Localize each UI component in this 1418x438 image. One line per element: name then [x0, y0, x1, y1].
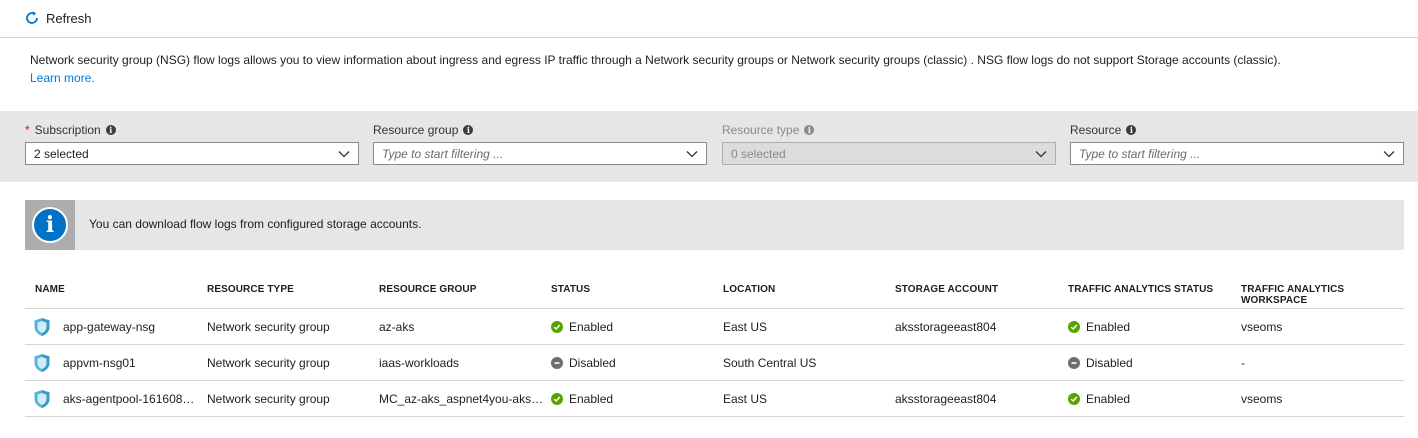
description-text: Network security group (NSG) flow logs a…: [30, 53, 1281, 67]
check-icon: [1068, 393, 1080, 405]
refresh-label: Refresh: [46, 10, 92, 26]
cell-name[interactable]: appvm-nsg01: [63, 356, 203, 370]
column-header-resource-group[interactable]: RESOURCE GROUP: [379, 284, 477, 295]
column-header-traffic-analytics-workspace[interactable]: TRAFFIC ANALYTICS WORKSPACE: [1241, 284, 1404, 306]
column-header-location[interactable]: LOCATION: [723, 284, 775, 295]
table-row[interactable]: app-gateway-nsg Network security group a…: [25, 309, 1404, 345]
column-header-storage-account[interactable]: STORAGE ACCOUNT: [895, 284, 998, 295]
chevron-down-icon: [338, 151, 350, 158]
cell-resource-type: Network security group: [207, 320, 330, 334]
shield-icon: [34, 318, 50, 336]
chevron-down-icon: [1035, 151, 1047, 158]
cell-status: Enabled: [551, 392, 613, 406]
column-header-resource-type[interactable]: RESOURCE TYPE: [207, 284, 294, 295]
resource-placeholder: Type to start filtering ...: [1079, 146, 1201, 161]
subscription-dropdown[interactable]: 2 selected: [25, 142, 359, 165]
minus-icon: [551, 357, 563, 369]
cell-resource-group: az-aks: [379, 320, 415, 334]
shield-icon: [34, 390, 50, 408]
info-banner-icon-box: i: [25, 200, 75, 250]
cell-resource-group: iaas-workloads: [379, 356, 460, 370]
table-header: NAME RESOURCE TYPE RESOURCE GROUP STATUS…: [25, 272, 1404, 309]
info-icon: i: [804, 125, 815, 135]
cell-storage-account: aksstorageeast804: [895, 320, 997, 334]
traffic-analytics-status-label: Enabled: [1086, 320, 1131, 334]
cell-location: East US: [723, 392, 768, 406]
info-icon[interactable]: i: [1126, 125, 1137, 135]
cell-name[interactable]: aks-agentpool-161608…: [63, 392, 203, 406]
status-label: Disabled: [569, 356, 616, 370]
chevron-down-icon: [686, 151, 698, 158]
cell-traffic-analytics-status: Disabled: [1068, 356, 1133, 370]
resource-type-filter: Resource type i 0 selected: [722, 122, 1056, 165]
resource-type-dropdown: 0 selected: [722, 142, 1056, 165]
resource-label: Resource: [1070, 123, 1122, 137]
resource-type-value: 0 selected: [731, 146, 786, 161]
subscription-value: 2 selected: [34, 146, 89, 161]
resource-filter: Resource i Type to start filtering ...: [1070, 122, 1404, 165]
resource-type-label: Resource type: [722, 123, 800, 137]
cell-status: Enabled: [551, 320, 613, 334]
refresh-button[interactable]: Refresh: [24, 8, 92, 28]
shield-icon: [34, 354, 50, 372]
check-icon: [1068, 321, 1080, 333]
command-bar: Refresh: [0, 0, 1418, 38]
subscription-label: Subscription: [34, 123, 101, 137]
column-header-status[interactable]: STATUS: [551, 284, 590, 295]
cell-workspace: -: [1241, 356, 1245, 370]
refresh-icon: [26, 11, 38, 24]
traffic-analytics-status-label: Enabled: [1086, 392, 1131, 406]
status-label: Enabled: [569, 392, 614, 406]
cell-workspace: vseoms: [1241, 320, 1283, 334]
cell-workspace: vseoms: [1241, 392, 1283, 406]
resource-dropdown[interactable]: Type to start filtering ...: [1070, 142, 1404, 165]
cell-location: East US: [723, 320, 768, 334]
cell-traffic-analytics-status: Enabled: [1068, 392, 1130, 406]
resource-group-placeholder: Type to start filtering ...: [382, 146, 504, 161]
info-banner: i You can download flow logs from config…: [25, 200, 1404, 250]
resource-group-filter: Resource group i Type to start filtering…: [373, 122, 707, 165]
flow-logs-table: NAME RESOURCE TYPE RESOURCE GROUP STATUS…: [25, 272, 1404, 417]
cell-location: South Central US: [723, 356, 817, 370]
required-mark: *: [25, 123, 30, 137]
traffic-analytics-status-label: Disabled: [1086, 356, 1133, 370]
resource-group-label: Resource group: [373, 123, 459, 137]
cell-status: Disabled: [551, 356, 616, 370]
column-header-name[interactable]: NAME: [35, 284, 65, 295]
info-banner-message: You can download flow logs from configur…: [89, 217, 422, 231]
description: Network security group (NSG) flow logs a…: [30, 51, 1400, 87]
minus-icon: [1068, 357, 1080, 369]
table-row[interactable]: appvm-nsg01 Network security group iaas-…: [25, 345, 1404, 381]
filter-bar: * Subscription i 2 selected Resource gro…: [0, 111, 1418, 182]
column-header-traffic-analytics-status[interactable]: TRAFFIC ANALYTICS STATUS: [1068, 284, 1213, 295]
cell-storage-account: aksstorageeast804: [895, 392, 997, 406]
cell-traffic-analytics-status: Enabled: [1068, 320, 1130, 334]
chevron-down-icon: [1383, 151, 1395, 158]
resource-group-dropdown[interactable]: Type to start filtering ...: [373, 142, 707, 165]
cell-resource-type: Network security group: [207, 392, 330, 406]
cell-name[interactable]: app-gateway-nsg: [63, 320, 203, 334]
info-icon[interactable]: i: [105, 125, 116, 135]
check-icon: [551, 321, 563, 333]
subscription-filter: * Subscription i 2 selected: [25, 122, 359, 165]
learn-more-link[interactable]: Learn more.: [30, 71, 95, 85]
check-icon: [551, 393, 563, 405]
cell-resource-group: MC_az-aks_aspnet4you-aks…: [379, 392, 544, 406]
status-label: Enabled: [569, 320, 614, 334]
info-icon[interactable]: i: [463, 125, 474, 135]
table-row[interactable]: aks-agentpool-161608… Network security g…: [25, 381, 1404, 417]
info-icon: i: [32, 207, 68, 243]
cell-resource-type: Network security group: [207, 356, 330, 370]
